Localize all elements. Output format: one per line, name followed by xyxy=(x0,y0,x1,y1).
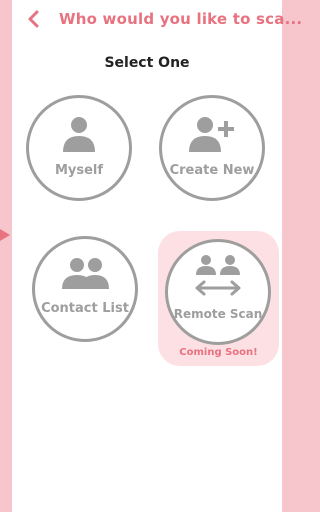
option-myself[interactable]: Myself xyxy=(26,95,132,201)
coming-soon-badge: Coming Soon! xyxy=(179,347,258,358)
page-title: Who would you like to sca... xyxy=(59,10,303,28)
select-one-heading: Select One xyxy=(104,55,190,71)
option-contact-list[interactable]: Contact List xyxy=(32,236,138,342)
content-panel: Who would you like to sca... Select One … xyxy=(12,0,302,512)
option-remote-scan-label: Remote Scan xyxy=(173,307,263,321)
two-people-swap-icon xyxy=(195,255,241,296)
people-group-icon xyxy=(62,258,109,289)
option-contact-list-label: Contact List xyxy=(41,301,129,316)
edge-indicator xyxy=(0,229,10,241)
option-create-new-label: Create New xyxy=(169,163,255,178)
back-button[interactable] xyxy=(22,7,46,31)
chevron-left-icon xyxy=(28,10,39,28)
option-create-new[interactable]: Create New xyxy=(159,95,265,201)
person-icon xyxy=(63,117,95,152)
header: Who would you like to sca... xyxy=(12,0,302,42)
person-plus-icon xyxy=(189,117,234,152)
option-myself-label: Myself xyxy=(54,163,104,178)
option-remote-scan[interactable]: Remote Scan xyxy=(165,239,271,345)
